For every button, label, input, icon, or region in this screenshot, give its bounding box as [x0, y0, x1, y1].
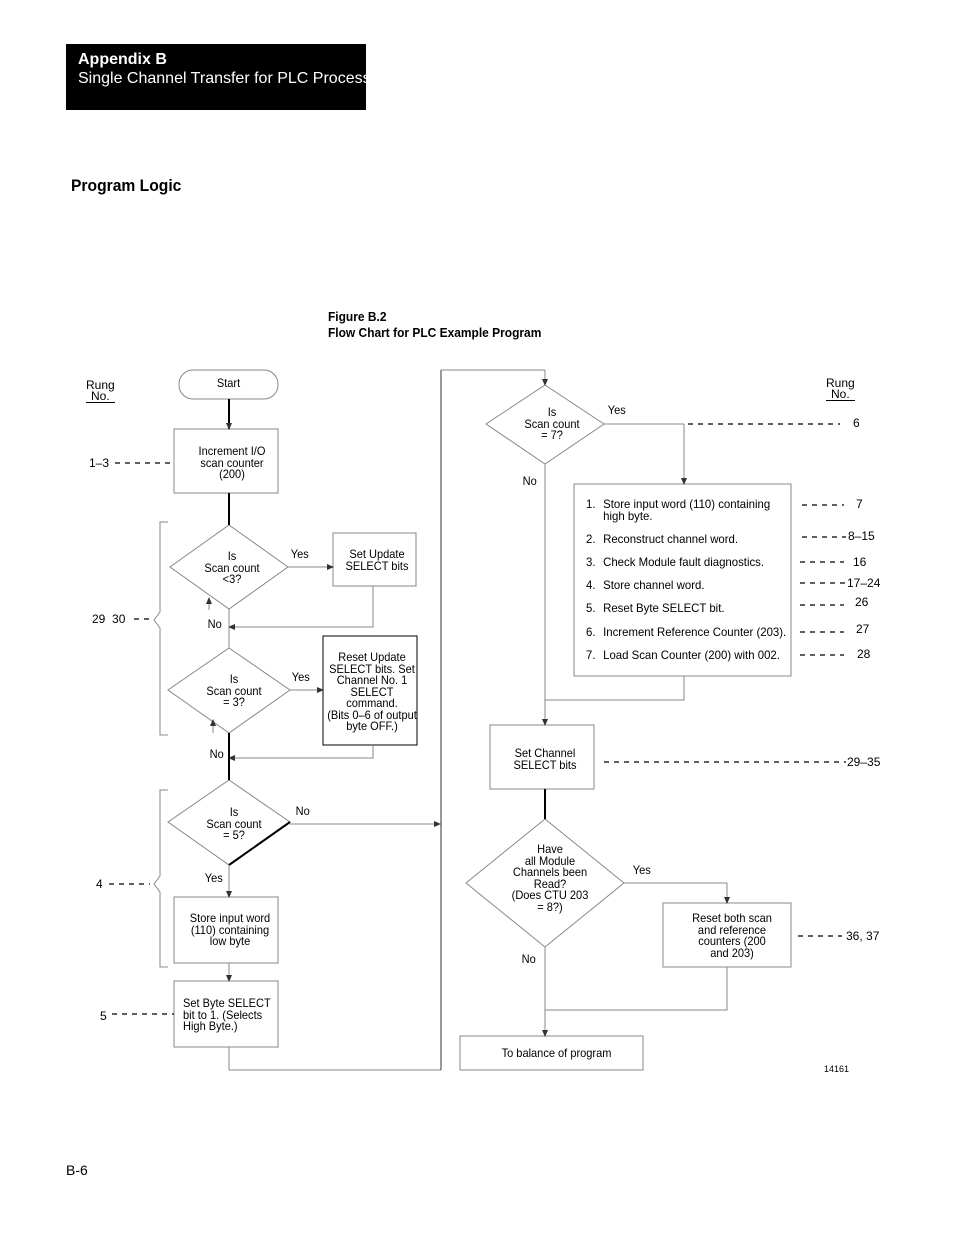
item-number: 4. [586, 578, 596, 592]
set-update-label: Set Update SELECT bits [337, 548, 418, 573]
decision-eq3-label: Is Scan count = 3? [186, 673, 282, 709]
item-text: Increment Reference Counter (203). [603, 625, 787, 639]
start-label: Start [216, 376, 241, 390]
decision-eq7-label: Is Scan count = 7? [504, 406, 600, 442]
yes-label: Yes [204, 871, 223, 885]
rung-header-right: Rung No. [826, 377, 855, 401]
rung-group-lt3-eq3: 29 30 [92, 612, 126, 626]
rung-step-5: 26 [855, 595, 869, 609]
item-text: Store channel word. [603, 578, 705, 592]
text-line: byte OFF.) [346, 719, 398, 733]
text-line: = 5? [223, 828, 245, 842]
rung-set-channel: 29–35 [847, 755, 881, 769]
rung-group-eq5: 4 [96, 877, 103, 891]
no-label: No [207, 617, 222, 631]
no-label: No [522, 474, 537, 488]
reset-update-label: Reset Update SELECT bits. Set Channel No… [326, 651, 418, 733]
rung-step-3: 16 [853, 555, 867, 569]
no-label: No [295, 804, 310, 818]
item-text: Load Scan Counter (200) with 002. [603, 648, 780, 662]
set-channel-label: Set Channel SELECT bits [494, 747, 595, 772]
no-label: No [521, 952, 536, 966]
text-line: = 3? [223, 695, 245, 709]
item-text: Reconstruct channel word. [603, 532, 739, 546]
page-number: B-6 [66, 1162, 88, 1178]
text-line: (200) [219, 467, 245, 481]
item-number: 1. [586, 497, 596, 511]
rung-step-2: 8–15 [848, 529, 875, 543]
list-item: 6. Increment Reference Counter (203). [586, 625, 787, 639]
item-number: 6. [586, 625, 596, 639]
set-byte-label: Set Byte SELECT bit to 1. (Selects High … [183, 997, 271, 1033]
item-number: 3. [586, 555, 596, 569]
text-line: = 8?) [537, 899, 563, 914]
bracket-29-30 [153, 521, 168, 736]
rung-step-7: 28 [857, 647, 871, 661]
text-line: = 7? [541, 428, 563, 442]
text-line: SELECT bits [513, 757, 577, 772]
item-text: high byte. [603, 508, 653, 523]
item-text: Reset Byte SELECT bit. [603, 601, 725, 615]
rung-eq7: 6 [853, 416, 860, 430]
rung-increment: 1–3 [89, 456, 110, 470]
yes-label: Yes [291, 670, 310, 684]
yes-label: Yes [290, 547, 309, 561]
rung-step-4: 17–24 [847, 576, 881, 590]
text-line: High Byte.) [183, 1019, 238, 1033]
list-item: 1. Store input word (110) containing high… [586, 497, 770, 523]
text-line: low byte [209, 934, 251, 948]
list-item: 7. Load Scan Counter (200) with 002. [586, 648, 780, 662]
item-text: Check Module fault diagnostics. [603, 555, 765, 569]
rung-header-left: Rung No. [86, 379, 115, 403]
item-number: 5. [586, 601, 596, 615]
bracket-4 [153, 789, 168, 968]
list-item: 2. Reconstruct channel word. [586, 532, 739, 546]
list-item: 4. Store channel word. [586, 578, 705, 592]
list-item: 3. Check Module fault diagnostics. [586, 555, 765, 569]
figure-id: 14161 [824, 1064, 850, 1074]
reset-both-label: Reset both scan and reference counters (… [669, 912, 796, 960]
rung-reset-both: 36, 37 [846, 929, 880, 943]
text-line: and 203) [710, 945, 754, 960]
text-line: <3? [222, 572, 242, 586]
rung-step-1: 7 [856, 497, 863, 511]
no-label: No [209, 747, 224, 761]
rung-set-byte: 5 [100, 1009, 107, 1023]
rung-step-6: 27 [856, 622, 870, 636]
item-number: 7. [586, 648, 596, 662]
decision-lt3-label: Is Scan count <3? [186, 550, 278, 586]
yes-label: Yes [607, 403, 626, 417]
increment-label: Increment I/O scan counter (200) [179, 445, 286, 481]
decision-eq5-label: Is Scan count = 5? [186, 806, 282, 842]
yes-label: Yes [632, 863, 651, 877]
decision-all-read-label: Have all Module Channels been Read? (Doe… [495, 843, 605, 914]
balance-label: To balance of program [501, 1046, 612, 1060]
rung-header-line2: No. [826, 388, 855, 401]
list-item: 5. Reset Byte SELECT bit. [586, 601, 725, 615]
text-line: SELECT bits [345, 558, 409, 573]
rung-header-line2: No. [86, 390, 115, 403]
item-number: 2. [586, 532, 596, 546]
store-low-label: Store input word (110) containing low by… [178, 912, 281, 948]
